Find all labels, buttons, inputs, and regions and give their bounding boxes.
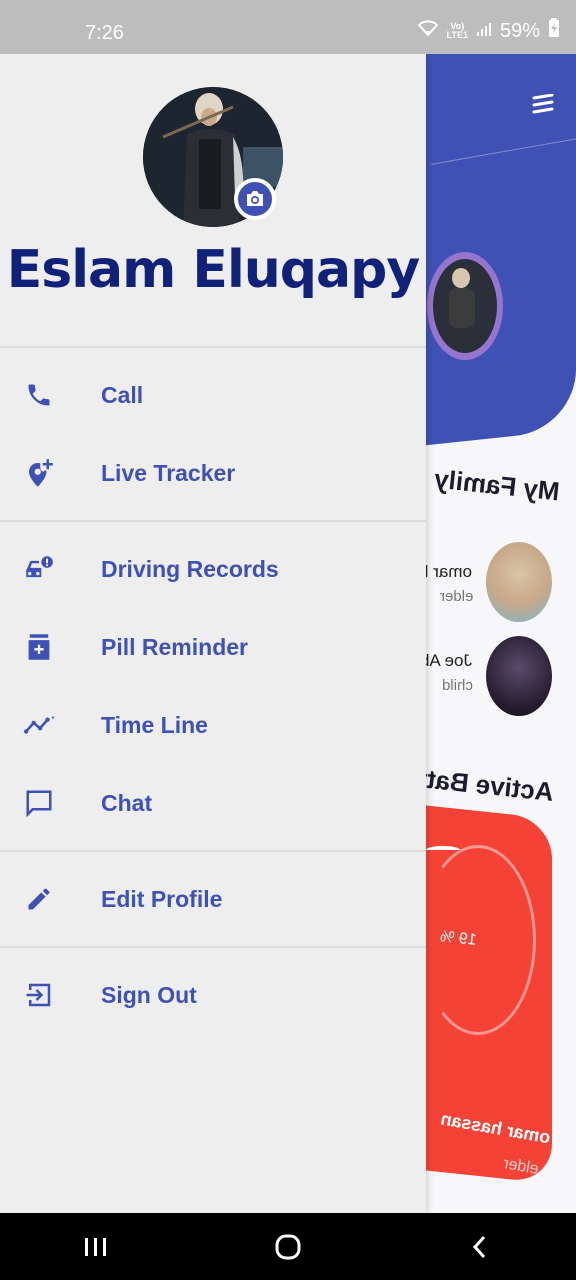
member-name: omar h: [426, 562, 472, 581]
menu-item-live-tracker[interactable]: Live Tracker: [0, 434, 426, 512]
wifi-icon: [417, 19, 439, 43]
battery-section-title: Active Batt: [416, 762, 556, 808]
signal-icon: [476, 20, 492, 43]
menu-item-label: Chat: [101, 789, 153, 816]
battery-percentage: 59%: [499, 19, 540, 42]
network-type: Vo) LTE1: [446, 21, 468, 40]
family-section-title: My Family: [432, 463, 561, 507]
battery-percent: 19 %: [439, 928, 478, 949]
change-photo-camera-icon[interactable]: [234, 178, 276, 220]
menu-item-label: Sign Out: [101, 981, 197, 1008]
member-name: Joe Ab: [426, 651, 472, 670]
menu-item-label: Driving Records: [101, 555, 279, 582]
hamburger-menu-icon[interactable]: [532, 93, 554, 121]
member-role: child: [442, 677, 473, 694]
menu-group-features: Driving Records Pill Reminder Time Line …: [0, 522, 426, 850]
menu-item-edit-profile[interactable]: Edit Profile: [0, 860, 426, 938]
user-name: Eslam Eluqapy: [6, 240, 420, 300]
menu-group-account: Sign Out: [0, 948, 426, 1042]
menu-item-driving-records[interactable]: Driving Records: [0, 530, 426, 608]
car-alert-icon: [24, 554, 54, 584]
drawer-profile-header: Eslam Eluqapy: [0, 54, 426, 346]
member-avatar[interactable]: [486, 542, 552, 622]
timeline-icon: [24, 710, 54, 740]
menu-item-pill-reminder[interactable]: Pill Reminder: [0, 608, 426, 686]
edit-icon: [24, 884, 54, 914]
recent-apps-button[interactable]: [66, 1227, 126, 1267]
home-button[interactable]: [258, 1227, 318, 1267]
system-navigation-bar: [0, 1213, 576, 1280]
menu-item-chat[interactable]: Chat: [0, 764, 426, 842]
member-avatar[interactable]: [486, 636, 552, 716]
menu-item-time-line[interactable]: Time Line: [0, 686, 426, 764]
menu-item-label: Pill Reminder: [101, 633, 248, 660]
menu-item-sign-out[interactable]: Sign Out: [0, 956, 426, 1034]
menu-group-contact: Call Live Tracker: [0, 348, 426, 520]
menu-group-profile: Edit Profile: [0, 852, 426, 946]
menu-item-label: Edit Profile: [101, 885, 223, 912]
sign-out-icon: [24, 980, 54, 1010]
status-time: 7:26: [85, 22, 124, 44]
menu-item-label: Time Line: [101, 711, 208, 738]
chat-icon: [24, 788, 54, 818]
member-role: elder: [440, 588, 474, 605]
background-avatar: [423, 248, 507, 364]
medication-icon: [24, 632, 54, 662]
menu-item-label: Live Tracker: [101, 459, 236, 486]
add-location-icon: [24, 458, 54, 488]
menu-item-call[interactable]: Call: [0, 356, 426, 434]
back-button[interactable]: [450, 1227, 510, 1267]
phone-icon: [24, 380, 54, 410]
battery-icon: [548, 18, 560, 44]
status-bar: 7:26 Vo) LTE1 59%: [0, 0, 576, 54]
menu-item-label: Call: [101, 381, 144, 408]
navigation-drawer: Eslam Eluqapy Call Live Tracker Driving …: [0, 54, 426, 1213]
